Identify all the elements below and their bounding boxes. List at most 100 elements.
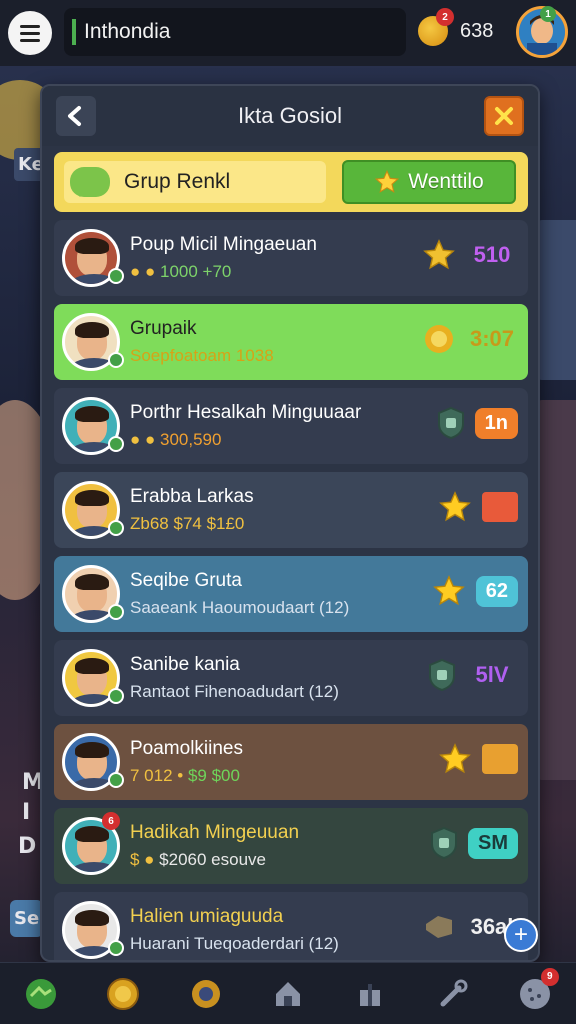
background-button[interactable]: Se xyxy=(10,900,44,937)
star-icon xyxy=(439,743,471,774)
member-stats-prefix: ● ● xyxy=(130,262,160,281)
online-status-icon xyxy=(108,436,124,452)
avatar-hair xyxy=(75,910,109,926)
rank-icon xyxy=(482,492,518,522)
coin-nav-button[interactable] xyxy=(103,974,143,1014)
welcome-label: Wenttilo xyxy=(408,170,484,193)
coin-icon xyxy=(107,977,140,1010)
bottom-nav: 9 xyxy=(0,962,576,1024)
rank-icon xyxy=(482,744,518,774)
shield-icon xyxy=(437,406,464,440)
gift-icon xyxy=(360,983,381,1006)
group-selector[interactable]: Grup Renkl xyxy=(64,161,326,203)
member-stats-value: 300,590 xyxy=(159,430,222,449)
background-panel xyxy=(536,400,576,780)
member-stats-prefix: Zb68 xyxy=(130,514,174,533)
member-row[interactable]: Poup Micil Mingaeuan ● ● 1000 +70 510 xyxy=(54,220,528,296)
map-icon xyxy=(26,978,57,1009)
house-icon xyxy=(275,981,300,1006)
sun-badge-icon xyxy=(425,325,453,353)
member-score: SM xyxy=(468,827,518,859)
house-nav-button[interactable] xyxy=(268,974,308,1014)
tag-icon xyxy=(426,916,452,938)
gear-icon xyxy=(191,979,220,1008)
member-stats-value: 1000 +70 xyxy=(159,262,232,281)
member-row[interactable]: Seqibe Gruta Saaeank Haoumoudaart (12) 62 xyxy=(54,556,528,632)
map-nav-button[interactable] xyxy=(21,974,61,1014)
background-panel xyxy=(536,220,576,380)
member-row[interactable]: Erabba Larkas Zb68 $74 $1£0 xyxy=(54,472,528,548)
member-score: 3:07 xyxy=(469,326,515,351)
member-stats-value: $74 $1£0 xyxy=(173,514,245,533)
avatar-hair xyxy=(75,238,109,254)
member-score-area: 3:07 xyxy=(422,322,518,356)
shield-icon xyxy=(429,658,455,692)
nav-badge: 9 xyxy=(540,967,559,986)
online-status-icon xyxy=(108,772,124,788)
member-score: 62 xyxy=(475,575,518,607)
member-score-area: 5lV xyxy=(428,658,518,692)
online-status-icon xyxy=(108,688,124,704)
member-stats-value: Rantaot Fihenoadudart (12) xyxy=(130,682,339,701)
profile-badge: 1 xyxy=(540,6,556,22)
avatar-hair xyxy=(75,406,109,422)
member-row[interactable]: Halien umiaguuda Huarani Tueqoaderdari (1… xyxy=(54,892,528,960)
member-list: Poup Micil Mingaeuan ● ● 1000 +70 510 Grupa… xyxy=(54,220,528,960)
member-row[interactable]: Poamolkiines 7 012 • $9 $00 xyxy=(54,724,528,800)
gear-nav-button[interactable] xyxy=(186,974,226,1014)
close-button[interactable] xyxy=(484,96,524,136)
shield-icon xyxy=(431,826,457,860)
online-status-icon xyxy=(108,268,124,284)
tools-icon xyxy=(440,979,468,1006)
member-stats-value: Huarani Tueqoaderdari (12) xyxy=(130,934,339,953)
member-score-area: 1n xyxy=(437,406,518,440)
country-selector[interactable]: Inthondia xyxy=(64,8,406,56)
gift-nav-button[interactable] xyxy=(350,974,390,1014)
coin-badge: 2 xyxy=(436,8,454,26)
star-icon xyxy=(432,575,465,606)
member-score: 510 xyxy=(473,242,511,267)
member-stats-prefix: ● ● xyxy=(130,430,160,449)
member-row[interactable]: Porthr Hesalkah Minguuaar ● ● 300,590 1n xyxy=(54,388,528,464)
online-status-icon xyxy=(108,520,124,536)
plus-icon: + xyxy=(513,921,528,948)
group-label: Grup Renkl xyxy=(124,170,231,193)
star-icon xyxy=(439,491,471,522)
welcome-button[interactable]: Wenttilo xyxy=(342,160,516,204)
menu-icon xyxy=(20,24,40,28)
chat-icon xyxy=(70,167,110,197)
avatar-hair xyxy=(75,658,109,674)
member-stats-value: $2060 esouve xyxy=(159,850,266,869)
cookie-nav-button[interactable]: 9 xyxy=(515,967,559,1014)
tools-nav-button[interactable] xyxy=(433,974,473,1014)
member-row[interactable]: 6 Hadikah Mingeuuan $ ● $2060 esouve SM xyxy=(54,808,528,884)
member-score: 1n xyxy=(474,407,518,439)
modal-title: Ikta Gosiol xyxy=(238,103,342,128)
member-score-area xyxy=(438,742,518,776)
group-bar: Grup Renkl Wenttilo xyxy=(54,152,528,212)
close-icon xyxy=(495,107,513,125)
member-score-area: 62 xyxy=(432,574,518,608)
avatar-hair xyxy=(75,574,109,590)
member-row[interactable]: Grupaik Soepfoatoam 1038 3:07 xyxy=(54,304,528,380)
avatar-hair xyxy=(75,322,109,338)
add-button[interactable]: + xyxy=(504,918,538,952)
star-icon xyxy=(375,169,400,193)
country-flag-icon xyxy=(72,19,76,45)
online-status-icon xyxy=(108,604,124,620)
member-stats-prefix: 7 012 • xyxy=(130,766,188,785)
member-badge: 6 xyxy=(102,812,120,830)
avatar-body xyxy=(69,862,117,872)
member-row[interactable]: Sanibe kania Rantaot Fihenoadudart (12) 5l… xyxy=(54,640,528,716)
member-stats-value: Saaeank Haoumoudaart (12) xyxy=(130,598,350,617)
member-stats-value: $9 $00 xyxy=(187,766,240,785)
group-modal: Ikta Gosiol Grup Renkl Wenttilo Poup Mic… xyxy=(40,84,540,962)
background-letter: I xyxy=(22,800,31,825)
menu-button[interactable] xyxy=(8,11,52,55)
back-button[interactable] xyxy=(56,96,96,136)
avatar-hair xyxy=(75,826,109,842)
member-score: 5lV xyxy=(475,662,509,687)
coin-count: 638 xyxy=(460,20,494,42)
arrow-left-icon xyxy=(68,106,81,126)
member-score-area: 510 xyxy=(422,238,518,272)
